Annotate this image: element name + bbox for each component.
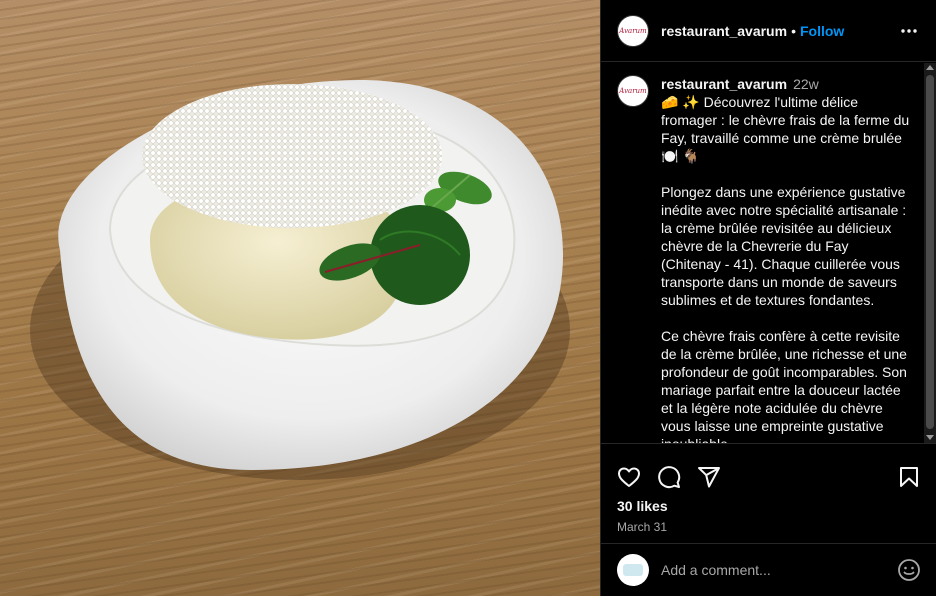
heart-icon[interactable]: [617, 465, 641, 489]
profile-username[interactable]: restaurant_avarum: [661, 23, 787, 39]
scroll-up-arrow-icon[interactable]: [926, 65, 934, 70]
post-sidebar: Avarum restaurant_avarum • Follow Avarum: [600, 0, 936, 596]
current-user-avatar: [617, 554, 649, 586]
emoji-icon[interactable]: [897, 558, 921, 582]
caption-body: restaurant_avarum 22w 🧀 ✨ Découvrez l'ult…: [661, 75, 911, 443]
action-icons: [601, 444, 936, 496]
post-date[interactable]: March 31: [601, 520, 936, 534]
caption-text: 🧀 ✨ Découvrez l'ultime délice fromager :…: [661, 94, 910, 443]
scrollbar-thumb[interactable]: [926, 75, 934, 429]
likes-count[interactable]: 30 likes: [601, 498, 936, 514]
brand-logo: Avarum: [619, 87, 647, 95]
caption-avatar[interactable]: Avarum: [617, 75, 649, 107]
caption-username[interactable]: restaurant_avarum: [661, 76, 787, 92]
caption-row: Avarum restaurant_avarum 22w 🧀 ✨ Découvre…: [601, 63, 936, 443]
comment-input[interactable]: [661, 562, 897, 578]
current-user-avatar-image: [623, 564, 643, 576]
separator-dot: •: [791, 22, 796, 39]
profile-avatar[interactable]: Avarum: [617, 14, 649, 47]
follow-button[interactable]: Follow: [800, 23, 844, 39]
caption-timestamp[interactable]: 22w: [793, 76, 819, 92]
comment-bar: [601, 543, 936, 596]
brand-logo: Avarum: [619, 26, 647, 35]
caption-scrollbar[interactable]: [924, 63, 936, 443]
scroll-down-arrow-icon[interactable]: [926, 435, 934, 440]
caption-section[interactable]: Avarum restaurant_avarum 22w 🧀 ✨ Découvre…: [601, 63, 936, 443]
actions-section: 30 likes March 31: [601, 443, 936, 534]
more-icon[interactable]: [898, 20, 920, 42]
dessert-photo: [30, 80, 570, 480]
bookmark-icon[interactable]: [897, 465, 921, 489]
post-image[interactable]: [0, 0, 600, 596]
post-dialog: Avarum restaurant_avarum • Follow Avarum: [0, 0, 936, 596]
post-header: Avarum restaurant_avarum • Follow: [601, 0, 936, 62]
send-icon[interactable]: [697, 465, 721, 489]
comment-icon[interactable]: [657, 465, 681, 489]
